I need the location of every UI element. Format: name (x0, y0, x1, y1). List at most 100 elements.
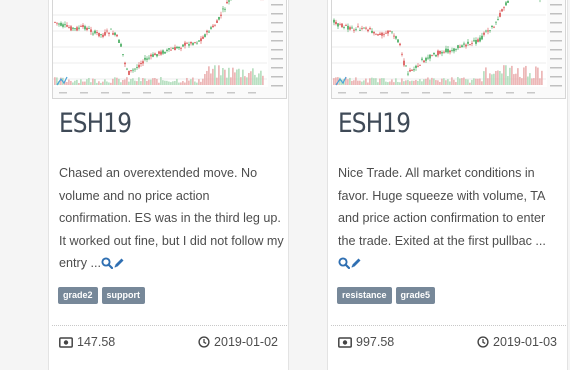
clock-icon (198, 336, 210, 348)
volume-bar (511, 66, 512, 85)
axis-tick (550, 58, 562, 60)
volume-bar (74, 81, 75, 85)
candle-body (102, 35, 104, 37)
volume-bar (449, 81, 450, 85)
candle-body (174, 47, 176, 50)
candle-body (76, 27, 78, 30)
journal-card: ESH19 Nice Trade. All market conditions … (327, 0, 568, 370)
volume-bar (411, 81, 412, 85)
volume-bar (481, 81, 482, 85)
candle-body (445, 49, 447, 52)
volume-bar (178, 83, 179, 85)
card-title[interactable]: ESH19 (59, 108, 131, 139)
volume-bar (405, 80, 406, 85)
volume-bar (242, 70, 243, 85)
pencil-icon[interactable] (350, 257, 362, 269)
volume-bar (94, 79, 95, 85)
candle-body (150, 55, 152, 57)
volume-bar (483, 71, 484, 85)
candle-body (194, 42, 196, 43)
axis-tick (271, 67, 283, 69)
volume-bar (200, 82, 201, 85)
search-icon[interactable] (101, 257, 113, 269)
axis-tick (80, 92, 88, 94)
chart-thumbnail[interactable] (52, 0, 287, 99)
volume-bar (188, 81, 189, 85)
volume-bar (134, 81, 135, 85)
volume-bar (467, 79, 468, 85)
volume-bar (204, 74, 205, 85)
volume-bar (421, 81, 422, 85)
candle-body (68, 27, 70, 28)
candle-body (497, 19, 499, 20)
volume-bar (136, 81, 137, 85)
candle-body (206, 31, 208, 33)
candle-body (112, 33, 114, 34)
volume-bar (154, 78, 155, 85)
volume-bar (92, 79, 93, 85)
candle-body (427, 58, 429, 59)
candle-body (349, 27, 351, 29)
tag-badge[interactable]: grade5 (396, 287, 436, 304)
volume-bar (465, 79, 466, 85)
candle-body (417, 66, 419, 67)
axis-tick (550, 22, 562, 24)
pencil-icon[interactable] (113, 257, 125, 269)
volume-bar (541, 71, 542, 85)
candle-body (483, 33, 485, 35)
candle-body (339, 24, 341, 25)
volume-bar (479, 78, 480, 85)
volume-bar (96, 83, 97, 85)
description-text: Chased an overextended move. No volume a… (59, 166, 284, 270)
axis-tick (380, 92, 388, 94)
trade-date: 2019-01-03 (477, 335, 557, 349)
volume-bar (228, 68, 229, 85)
axis-tick (527, 92, 535, 94)
volume-bar (391, 79, 392, 85)
volume-bar (218, 65, 219, 85)
axis-tick (122, 92, 130, 94)
candle-body (78, 28, 80, 29)
tag-list: grade2 support (58, 287, 145, 304)
candle-body (62, 24, 64, 27)
volume-bar (351, 81, 352, 85)
axis-tick (550, 40, 562, 42)
chart-thumbnail[interactable] (331, 0, 566, 99)
candle-body (485, 31, 487, 32)
tag-badge[interactable]: grade2 (58, 287, 98, 304)
volume-bar (403, 81, 404, 85)
axis-tick (164, 92, 172, 94)
axis-tick (401, 92, 409, 94)
candle-body (60, 23, 62, 26)
volume-bar (66, 82, 67, 85)
volume-bar (112, 79, 113, 85)
volume-bar (519, 77, 520, 85)
tag-badge[interactable]: resistance (337, 287, 392, 304)
volume-bar (208, 66, 209, 85)
volume-bar (114, 77, 115, 85)
volume-bar (152, 78, 153, 85)
volume-bar (122, 80, 123, 85)
axis-tick (550, 49, 562, 51)
volume-bar (459, 78, 460, 85)
candle-body (218, 17, 220, 20)
candle-body (385, 33, 387, 34)
candle-body (405, 66, 407, 67)
candle-body (136, 67, 138, 68)
card-title[interactable]: ESH19 (338, 108, 410, 139)
candle-body (84, 26, 86, 29)
volume-bar (198, 79, 199, 85)
volume-bar (206, 71, 207, 85)
tag-badge[interactable]: support (102, 287, 146, 304)
candle-body (397, 40, 399, 43)
candle-body (391, 31, 393, 32)
candle-body (172, 48, 174, 49)
volume-bar (76, 80, 77, 85)
volume-bar (262, 76, 263, 85)
search-icon[interactable] (338, 257, 350, 269)
candle-body (487, 30, 489, 31)
pnl-amount: 997.58 (338, 335, 394, 349)
axis-tick (59, 92, 67, 94)
candle-body (403, 61, 405, 66)
journal-card: ESH19 Chased an overextended move. No vo… (48, 0, 289, 370)
